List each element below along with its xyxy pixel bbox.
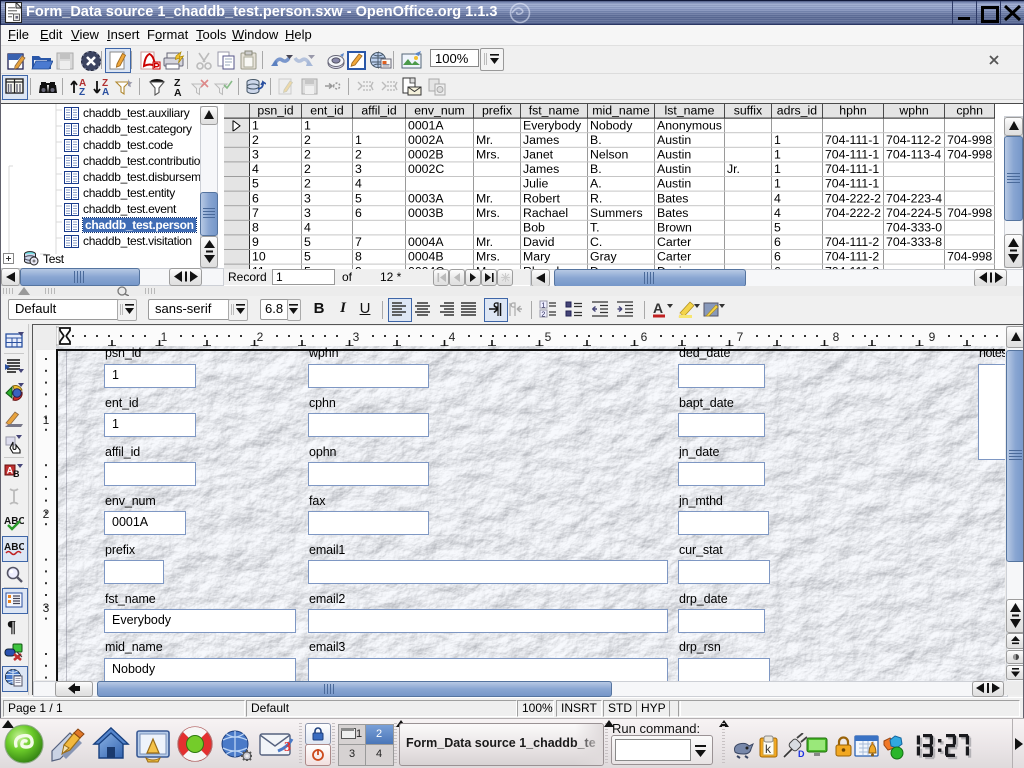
svg-text:6: 6 (641, 330, 648, 344)
svg-text:7: 7 (737, 330, 744, 344)
svg-text:3: 3 (353, 330, 360, 344)
svg-text:1: 1 (541, 302, 545, 309)
svg-text:Z: Z (79, 87, 85, 97)
svg-text:1: 1 (43, 413, 50, 427)
svg-text:2: 2 (541, 311, 545, 318)
svg-text:5: 5 (545, 330, 552, 344)
svg-text:B: B (13, 469, 20, 479)
svg-text:A: A (102, 87, 109, 97)
svg-text:¶: ¶ (7, 617, 16, 636)
svg-text:3: 3 (43, 601, 50, 615)
svg-text:1: 1 (161, 330, 168, 344)
svg-text:9: 9 (929, 330, 936, 344)
svg-text:2: 2 (43, 507, 50, 521)
svg-text:3: 3 (284, 740, 291, 755)
svg-text:2: 2 (257, 330, 264, 344)
svg-text:8: 8 (833, 330, 840, 344)
svg-text:4: 4 (449, 330, 456, 344)
svg-text:D: D (798, 749, 805, 759)
svg-text:k: k (765, 742, 772, 756)
svg-text:A: A (653, 300, 663, 316)
svg-text:A: A (174, 87, 182, 97)
